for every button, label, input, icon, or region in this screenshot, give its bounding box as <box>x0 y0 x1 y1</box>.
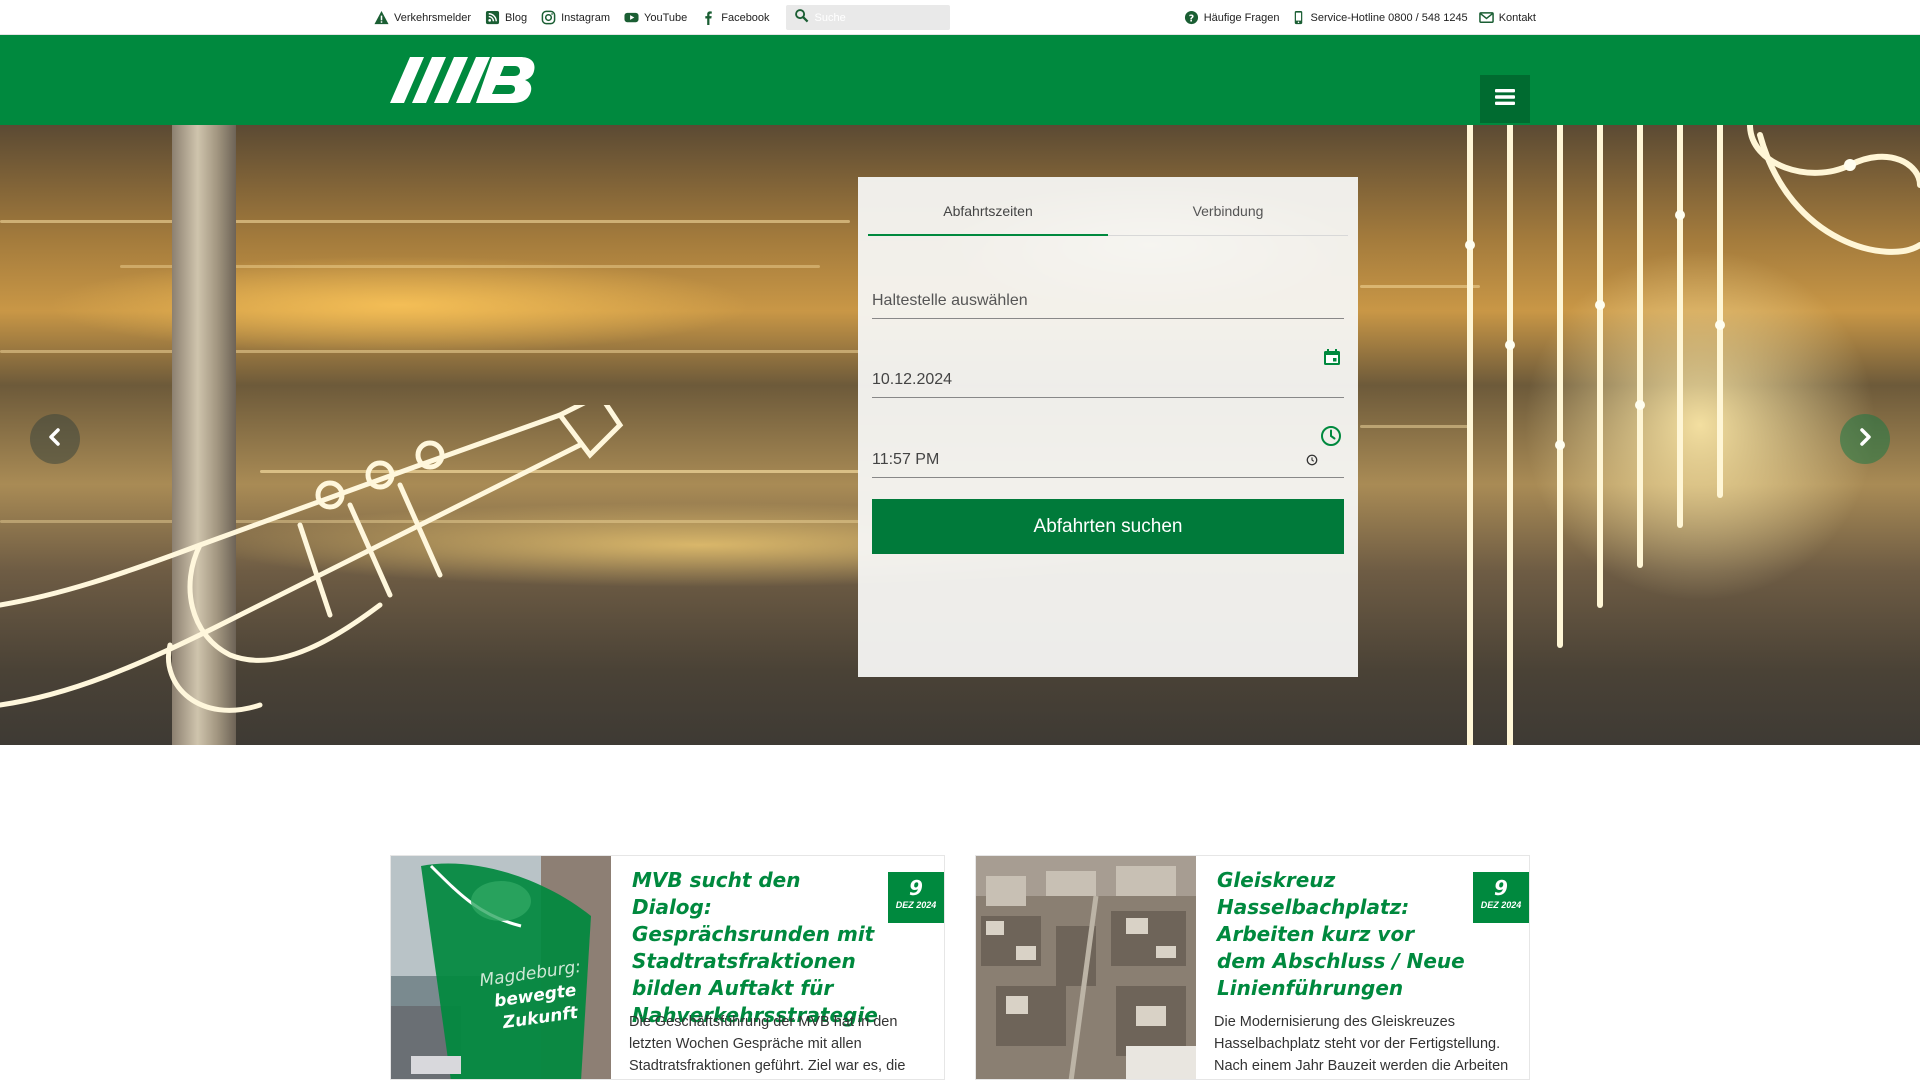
link-facebook[interactable]: Facebook <box>701 10 770 25</box>
instagram-icon <box>541 10 556 25</box>
menu-icon <box>1495 88 1515 111</box>
link-instagram[interactable]: Instagram <box>541 10 610 25</box>
mail-icon <box>1478 10 1494 25</box>
link-label: Blog <box>505 11 528 24</box>
svg-text:?: ? <box>1188 13 1193 24</box>
news-title[interactable]: MVB sucht den Dialog: Gesprächsrunden mi… <box>632 867 882 1029</box>
link-kontakt[interactable]: Kontakt <box>1478 10 1536 25</box>
news-date-day: 9 <box>1494 876 1508 900</box>
chevron-left-icon <box>45 427 65 452</box>
warning-icon <box>374 10 389 25</box>
top-utility-right: ? Häufige Fragen Service-Hotline 0800 / … <box>1173 10 1536 25</box>
news-image-aerial-city[interactable] <box>976 856 1196 1079</box>
facebook-icon <box>701 10 716 25</box>
date-field[interactable] <box>872 345 1344 398</box>
news-title[interactable]: Gleiskreuz Hasselbachplatz: Arbeiten kur… <box>1217 867 1467 1002</box>
news-teaser: Die Geschäftsführung der MVB hat in den … <box>629 1014 906 1074</box>
link-hotline[interactable]: Service-Hotline 0800 / 548 1245 <box>1291 10 1468 25</box>
stop-input[interactable] <box>872 292 1344 318</box>
news-card[interactable]: Gleiskreuz Hasselbachplatz: Arbeiten kur… <box>975 855 1530 1080</box>
news-teaser: Die Modernisierung des Gleiskreuzes Hass… <box>1214 1014 1509 1074</box>
time-field[interactable] <box>872 425 1344 478</box>
time-picker-small-icon[interactable] <box>1306 453 1318 471</box>
link-label: Service-Hotline 0800 / 548 1245 <box>1310 11 1468 24</box>
link-label: Instagram <box>561 11 610 24</box>
clock-icon[interactable] <box>1320 425 1342 452</box>
link-label: Häufige Fragen <box>1203 11 1280 24</box>
phone-icon <box>1291 10 1306 25</box>
link-label: Facebook <box>721 11 770 24</box>
date-input[interactable] <box>872 371 1344 397</box>
youtube-icon <box>624 10 639 25</box>
news-date-badge: 9 DEZ 2024 <box>888 872 944 923</box>
mvb-logo[interactable] <box>390 57 536 103</box>
news-date-month: DEZ 2024 <box>895 900 937 910</box>
search-box[interactable] <box>785 5 950 30</box>
rss-icon <box>485 10 500 25</box>
link-label: Verkehrsmelder <box>394 11 472 24</box>
search-icon <box>794 8 809 28</box>
main-header <box>0 35 1920 125</box>
chevron-right-icon <box>1855 427 1875 452</box>
tab-verbindung[interactable]: Verbindung <box>1108 187 1348 235</box>
trumpet-light-decoration <box>0 405 624 713</box>
search-input[interactable] <box>814 11 935 24</box>
slider-next-button[interactable] <box>1840 414 1890 464</box>
stop-field[interactable] <box>872 282 1344 319</box>
search-departures-button[interactable]: Abfahrten suchen <box>872 499 1344 554</box>
link-label: YouTube <box>644 11 688 24</box>
news-date-badge: 9 DEZ 2024 <box>1473 872 1529 923</box>
link-verkehrsmelder[interactable]: Verkehrsmelder <box>374 10 471 25</box>
search-tabs: Abfahrtszeiten Verbindung <box>868 187 1348 236</box>
news-image-banner[interactable]: Magdeburg: bewegte Zukunft <box>391 856 611 1079</box>
hamburger-menu-button[interactable] <box>1480 75 1530 123</box>
top-utility-bar-inner: Verkehrsmelder Blog Instagram YouTube Fa… <box>374 0 1536 35</box>
top-utility-bar: Verkehrsmelder Blog Instagram YouTube Fa… <box>0 0 1920 35</box>
news-card[interactable]: Magdeburg: bewegte Zukunft MVB sucht den… <box>390 855 945 1080</box>
slider-prev-button[interactable] <box>30 414 80 464</box>
calendar-icon[interactable] <box>1322 347 1342 372</box>
link-youtube[interactable]: YouTube <box>624 10 687 25</box>
link-blog[interactable]: Blog <box>485 10 527 25</box>
link-label: Kontakt <box>1498 11 1536 24</box>
help-icon: ? <box>1184 10 1199 25</box>
tab-abfahrtszeiten[interactable]: Abfahrtszeiten <box>868 187 1108 236</box>
news-date-day: 9 <box>909 876 923 900</box>
link-faq[interactable]: ? Häufige Fragen <box>1184 10 1280 25</box>
time-input[interactable] <box>872 451 1344 477</box>
news-date-month: DEZ 2024 <box>1480 900 1522 910</box>
departure-search-panel: Abfahrtszeiten Verbindung Abfahrten such… <box>858 177 1358 677</box>
